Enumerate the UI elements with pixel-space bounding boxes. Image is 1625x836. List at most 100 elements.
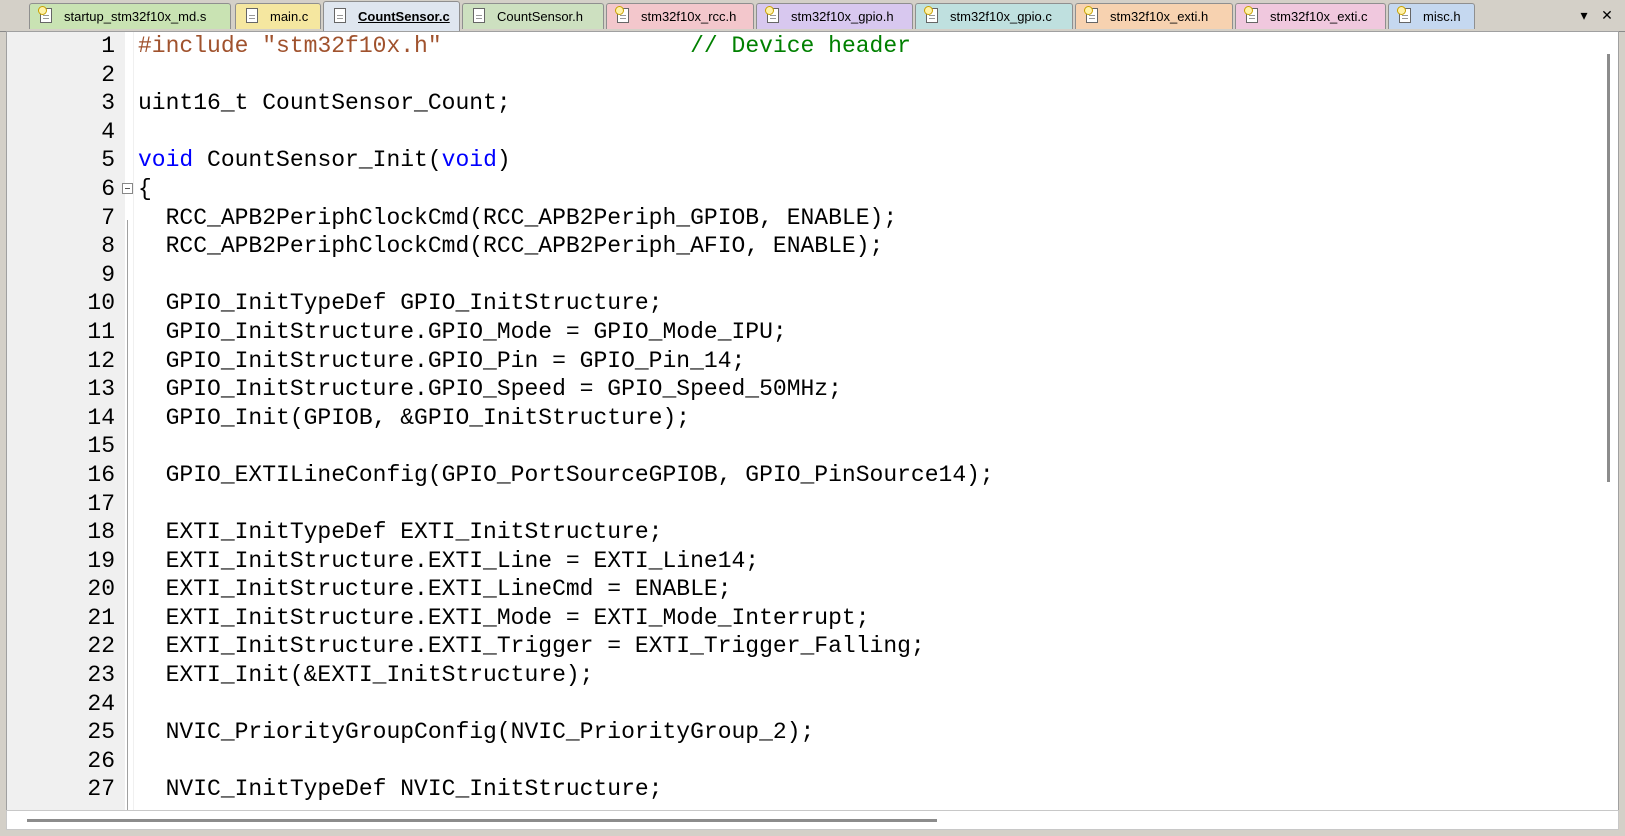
code-line[interactable]: 24 <box>7 690 1618 719</box>
code-line[interactable]: 16 GPIO_EXTILineConfig(GPIO_PortSourceGP… <box>7 461 1618 490</box>
horizontal-scrollbar[interactable] <box>6 810 1619 830</box>
horizontal-scroll-thumb[interactable] <box>27 819 937 822</box>
code-line[interactable]: 25 NVIC_PriorityGroupConfig(NVIC_Priorit… <box>7 718 1618 747</box>
code-token: NVIC_PriorityGroupConfig(NVIC_PriorityGr… <box>138 719 815 746</box>
code-token: EXTI_Init(&EXTI_InitStructure); <box>138 662 594 689</box>
code-text: EXTI_Init(&EXTI_InitStructure); <box>138 661 594 690</box>
code-line[interactable]: 27 NVIC_InitTypeDef NVIC_InitStructure; <box>7 775 1618 804</box>
code-line[interactable]: 19 EXTI_InitStructure.EXTI_Line = EXTI_L… <box>7 547 1618 576</box>
line-number: 23 <box>87 662 115 689</box>
tab-startup-stm32f10x-md-s[interactable]: startup_stm32f10x_md.s <box>29 3 231 29</box>
code-text: RCC_APB2PeriphClockCmd(RCC_APB2Periph_AF… <box>138 232 884 261</box>
code-text: void CountSensor_Init(void) <box>138 146 511 175</box>
code-line[interactable]: 4 <box>7 118 1618 147</box>
string-token: "stm32f10x.h" <box>262 33 442 59</box>
tab-stm32f10x-exti-h[interactable]: stm32f10x_exti.h <box>1075 3 1233 29</box>
code-line[interactable]: 7 RCC_APB2PeriphClockCmd(RCC_APB2Periph_… <box>7 204 1618 233</box>
code-token: EXTI_InitStructure.EXTI_LineCmd = ENABLE… <box>138 576 732 603</box>
code-token: GPIO_InitStructure.GPIO_Speed = GPIO_Spe… <box>138 376 842 403</box>
code-token: uint16_t CountSensor_Count; <box>138 90 511 117</box>
line-number: 27 <box>87 776 115 803</box>
code-line[interactable]: 23 EXTI_Init(&EXTI_InitStructure); <box>7 661 1618 690</box>
code-text: EXTI_InitTypeDef EXTI_InitStructure; <box>138 518 663 547</box>
code-editor[interactable]: 1 #include "stm32f10x.h" // Device header… <box>6 31 1619 819</box>
code-line[interactable]: 9 <box>7 261 1618 290</box>
code-line[interactable]: 5 void CountSensor_Init(void) <box>7 146 1618 175</box>
tab-stm32f10x-rcc-h[interactable]: stm32f10x_rcc.h <box>606 3 754 29</box>
horizontal-scrollbar-area <box>0 810 1625 836</box>
tab-label: stm32f10x_gpio.h <box>791 9 894 24</box>
tab-label: stm32f10x_exti.c <box>1270 9 1368 24</box>
code-token: ) <box>496 147 511 174</box>
code-token: EXTI_InitStructure.EXTI_Trigger = EXTI_T… <box>138 633 925 660</box>
line-number: 2 <box>101 61 115 88</box>
code-line[interactable]: 15 <box>7 432 1618 461</box>
line-number: 15 <box>87 433 115 460</box>
line-number: 17 <box>87 490 115 517</box>
tab-countsensor-h[interactable]: CountSensor.h <box>462 3 604 29</box>
tab-label: stm32f10x_exti.h <box>1110 9 1209 24</box>
code-text: EXTI_InitStructure.EXTI_Mode = EXTI_Mode… <box>138 604 870 633</box>
vertical-scrollbar[interactable] <box>1598 32 1618 792</box>
code-token: GPIO_Init(GPIOB, &GPIO_InitStructure); <box>138 404 691 431</box>
code-text: EXTI_InitStructure.EXTI_Line = EXTI_Line… <box>138 547 760 576</box>
code-line[interactable]: 13 GPIO_InitStructure.GPIO_Speed = GPIO_… <box>7 375 1618 404</box>
file-key-icon <box>615 5 629 23</box>
code-line[interactable]: 1 #include "stm32f10x.h" // Device header <box>7 32 1618 61</box>
code-text: uint16_t CountSensor_Count; <box>138 89 511 118</box>
line-number: 18 <box>87 519 115 546</box>
code-line[interactable]: 11 GPIO_InitStructure.GPIO_Mode = GPIO_M… <box>7 318 1618 347</box>
vertical-scroll-thumb[interactable] <box>1607 54 1610 482</box>
code-line[interactable]: 3 uint16_t CountSensor_Count; <box>7 89 1618 118</box>
tab-main-c[interactable]: main.c <box>235 3 321 29</box>
code-line[interactable]: 26 <box>7 747 1618 776</box>
code-line[interactable]: 14 GPIO_Init(GPIOB, &GPIO_InitStructure)… <box>7 404 1618 433</box>
code-line[interactable]: 17 <box>7 490 1618 519</box>
line-number: 24 <box>87 690 115 717</box>
line-number: 9 <box>101 261 115 288</box>
code-text: NVIC_InitTypeDef NVIC_InitStructure; <box>138 775 663 804</box>
code-text: { <box>138 175 152 204</box>
keyword-token: void <box>441 147 497 174</box>
line-number: 20 <box>87 576 115 603</box>
tab-list-dropdown-button[interactable]: ▾ <box>1575 6 1593 24</box>
code-line[interactable]: 20 EXTI_InitStructure.EXTI_LineCmd = ENA… <box>7 575 1618 604</box>
line-number: 5 <box>101 147 115 174</box>
code-line[interactable]: 8 RCC_APB2PeriphClockCmd(RCC_APB2Periph_… <box>7 232 1618 261</box>
code-token: GPIO_InitStructure.GPIO_Pin = GPIO_Pin_1… <box>138 347 746 374</box>
tab-bar: startup_stm32f10x_md.s main.c CountSensor.… <box>0 0 1625 32</box>
tab-countsensor-c[interactable]: CountSensor.c <box>323 1 460 31</box>
line-number: 13 <box>87 376 115 403</box>
code-text: GPIO_InitTypeDef GPIO_InitStructure; <box>138 289 663 318</box>
code-line[interactable]: 22 EXTI_InitStructure.EXTI_Trigger = EXT… <box>7 632 1618 661</box>
tab-stm32f10x-exti-c[interactable]: stm32f10x_exti.c <box>1235 3 1386 29</box>
file-icon <box>334 7 346 23</box>
code-line[interactable]: 21 EXTI_InitStructure.EXTI_Mode = EXTI_M… <box>7 604 1618 633</box>
line-number: 7 <box>101 204 115 231</box>
tab-label: CountSensor.c <box>358 9 450 24</box>
code-line[interactable]: 2 <box>7 61 1618 90</box>
code-line[interactable]: 18 EXTI_InitTypeDef EXTI_InitStructure; <box>7 518 1618 547</box>
file-icon <box>473 7 485 23</box>
tab-misc-h[interactable]: misc.h <box>1388 3 1475 29</box>
code-line[interactable]: 6{ <box>7 175 1618 204</box>
line-number: 1 <box>101 33 115 59</box>
code-text: #include "stm32f10x.h" // Device header <box>138 32 911 61</box>
code-line[interactable]: 10 GPIO_InitTypeDef GPIO_InitStructure; <box>7 289 1618 318</box>
tab-stm32f10x-gpio-h[interactable]: stm32f10x_gpio.h <box>756 3 913 29</box>
code-token: NVIC_InitTypeDef NVIC_InitStructure; <box>138 776 663 803</box>
collapse-block-icon[interactable] <box>122 182 133 194</box>
file-key-icon <box>1084 5 1098 23</box>
line-number: 16 <box>87 461 115 488</box>
tab-stm32f10x-gpio-c[interactable]: stm32f10x_gpio.c <box>915 3 1073 29</box>
code-lines: 1 #include "stm32f10x.h" // Device header… <box>7 32 1618 804</box>
code-token: GPIO_InitTypeDef GPIO_InitStructure; <box>138 290 663 317</box>
close-tab-button[interactable]: ✕ <box>1598 6 1616 24</box>
file-key-icon <box>1397 5 1411 23</box>
line-number: 12 <box>87 347 115 374</box>
code-text: NVIC_PriorityGroupConfig(NVIC_PriorityGr… <box>138 718 815 747</box>
code-text: GPIO_InitStructure.GPIO_Speed = GPIO_Spe… <box>138 375 842 404</box>
code-line[interactable]: 12 GPIO_InitStructure.GPIO_Pin = GPIO_Pi… <box>7 347 1618 376</box>
tab-label: misc.h <box>1423 9 1461 24</box>
